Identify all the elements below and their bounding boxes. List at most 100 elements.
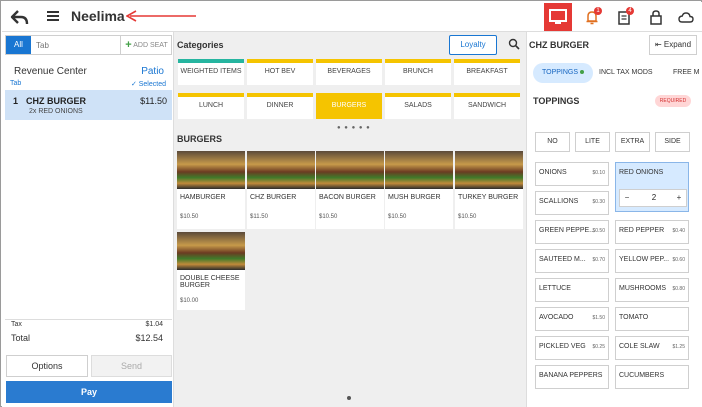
tab-free-mods[interactable]: FREE M — [673, 63, 702, 83]
modifier-option[interactable]: TOMATO — [615, 307, 689, 331]
modifier-option[interactable]: BANANA PEPPERS — [535, 365, 609, 389]
category-stripe — [178, 93, 244, 97]
cloud-icon — [678, 12, 694, 23]
menu-item-chz-burger[interactable]: CHZ BURGER $11.50 — [247, 151, 315, 229]
revenue-center-label: Revenue Center — [14, 66, 87, 77]
modifier-option[interactable]: SAUTEED M... $0.70 — [535, 249, 609, 273]
send-button[interactable]: Send — [91, 355, 172, 377]
portion-no-button[interactable]: NO — [535, 132, 570, 152]
category-salads[interactable]: SALADS — [385, 93, 451, 119]
modifier-option[interactable]: CUCUMBERS — [615, 365, 689, 389]
modifier-option[interactable]: RED PEPPER $0.40 — [615, 220, 689, 244]
location-selector[interactable]: Patio — [141, 66, 164, 77]
menu-item-hamburger[interactable]: HAMBURGER $10.50 — [177, 151, 245, 229]
option-price: $0.80 — [672, 286, 685, 292]
category-label: HOT BEV — [264, 68, 296, 75]
option-name: SCALLIONS — [539, 198, 579, 205]
menu-item-price: $11.50 — [250, 214, 268, 220]
tab-incl-tax-mods[interactable]: INCL TAX MODS — [599, 63, 653, 83]
category-hot-bev[interactable]: HOT BEV — [247, 59, 313, 85]
modifier-panel: CHZ BURGER ⇤ Expand TOPPINGS INCL TAX MO… — [526, 32, 702, 407]
tab-toppings[interactable]: TOPPINGS — [533, 63, 593, 83]
increase-button[interactable]: + — [672, 190, 686, 206]
modifier-option[interactable]: AVOCADO $1.50 — [535, 307, 609, 331]
annotation-arrow-icon — [126, 10, 196, 22]
order-line-price: $11.50 — [140, 96, 167, 106]
decrease-button[interactable]: − — [620, 190, 634, 206]
category-label: WEIGHTED ITEMS — [180, 68, 242, 75]
option-price: $0.10 — [592, 170, 605, 176]
add-seat-label: ADD SEAT — [133, 41, 168, 49]
notifications-button[interactable]: 1 — [583, 7, 602, 26]
modifier-option[interactable]: PICKLED VEG $0.25 — [535, 336, 609, 360]
modifier-option[interactable]: SCALLIONS $0.30 — [535, 191, 609, 215]
add-seat-button[interactable]: + ADD SEAT — [120, 36, 172, 54]
menu-item-image — [177, 151, 245, 189]
category-brunch[interactable]: BRUNCH — [385, 59, 451, 85]
menu-panel: Categories Loyalty WEIGHTED ITEMS HOT BE… — [174, 32, 526, 407]
category-dinner[interactable]: DINNER — [247, 93, 313, 119]
menu-item-mush-burger[interactable]: MUSH BURGER $10.50 — [385, 151, 453, 229]
search-icon[interactable] — [508, 38, 520, 50]
category-burgers[interactable]: BURGERS — [316, 93, 382, 119]
monitor-button[interactable] — [544, 3, 572, 31]
cloud-sync-button[interactable] — [677, 8, 695, 26]
selected-status: ✓ Selected — [131, 80, 166, 88]
modifier-option[interactable]: ONIONS $0.10 — [535, 162, 609, 186]
menu-group-title: BURGERS — [177, 134, 223, 144]
tab-selector: All + ADD SEAT — [5, 35, 172, 55]
option-name: CUCUMBERS — [619, 372, 665, 379]
portion-side-button[interactable]: SIDE — [655, 132, 690, 152]
modifier-option[interactable]: MUSHROOMS $0.80 — [615, 278, 689, 302]
top-bar: Neelima 1 4 — [2, 2, 702, 32]
tab-label: TOPPINGS — [541, 69, 579, 76]
option-price: $1.25 — [672, 344, 685, 350]
options-button[interactable]: Options — [6, 355, 88, 377]
category-label: SANDWICH — [467, 102, 507, 109]
option-price: $0.50 — [592, 228, 605, 234]
category-stripe — [316, 59, 382, 63]
modifier-section-title: TOPPINGS — [533, 96, 580, 106]
menu-item-name: MUSH BURGER — [388, 194, 441, 201]
portion-lite-button[interactable]: LITE — [575, 132, 610, 152]
lock-button[interactable] — [647, 8, 665, 26]
category-stripe — [385, 93, 451, 97]
category-sandwich[interactable]: SANDWICH — [454, 93, 520, 119]
menu-item-bacon-burger[interactable]: BACON BURGER $10.50 — [316, 151, 384, 229]
back-arrow-icon[interactable] — [10, 7, 30, 27]
menu-item-price: $10.50 — [319, 214, 338, 220]
menu-item-name: HAMBURGER — [180, 194, 226, 201]
modifier-option-selected[interactable]: RED ONIONS − 2 + — [615, 162, 689, 212]
category-label: BREAKFAST — [466, 68, 508, 75]
menu-item-image — [316, 151, 384, 189]
category-beverages[interactable]: BEVERAGES — [316, 59, 382, 85]
modifier-option[interactable]: LETTUCE — [535, 278, 609, 302]
modifier-option[interactable]: COLE SLAW $1.25 — [615, 336, 689, 360]
menu-item-image — [177, 232, 245, 270]
modifier-option[interactable]: YELLOW PEP... $0.60 — [615, 249, 689, 273]
modifier-option[interactable]: GREEN PEPPE... $0.50 — [535, 220, 609, 244]
expand-icon: ⇤ — [654, 40, 664, 49]
order-line-item[interactable]: 1 CHZ BURGER $11.50 2x RED ONIONS — [5, 90, 172, 120]
loyalty-button[interactable]: Loyalty — [449, 35, 497, 55]
tab-name-input[interactable] — [36, 36, 116, 54]
category-lunch[interactable]: LUNCH — [178, 93, 244, 119]
option-price: $0.30 — [592, 199, 605, 205]
menu-item-turkey-burger[interactable]: TURKEY BURGER $10.50 — [455, 151, 523, 229]
category-breakfast[interactable]: BREAKFAST — [454, 59, 520, 85]
option-name: YELLOW PEP... — [619, 256, 670, 263]
menu-item-double-cheese-burger[interactable]: DOUBLE CHEESE BURGER $10.00 — [177, 232, 245, 310]
hamburger-menu-icon[interactable] — [46, 9, 60, 23]
expand-button[interactable]: ⇤ Expand — [649, 35, 697, 55]
option-name: SAUTEED M... — [539, 256, 586, 263]
pay-button[interactable]: Pay — [6, 381, 172, 403]
menu-item-price: $10.50 — [180, 214, 199, 220]
portion-extra-button[interactable]: EXTRA — [615, 132, 650, 152]
category-weighted-items[interactable]: WEIGHTED ITEMS — [178, 59, 244, 85]
categories-title: Categories — [177, 40, 224, 50]
menu-item-image — [385, 151, 453, 189]
tab-all-button[interactable]: All — [6, 36, 31, 54]
category-stripe — [178, 59, 244, 63]
orders-button[interactable]: 4 — [615, 7, 634, 26]
monitor-icon — [549, 9, 567, 24]
